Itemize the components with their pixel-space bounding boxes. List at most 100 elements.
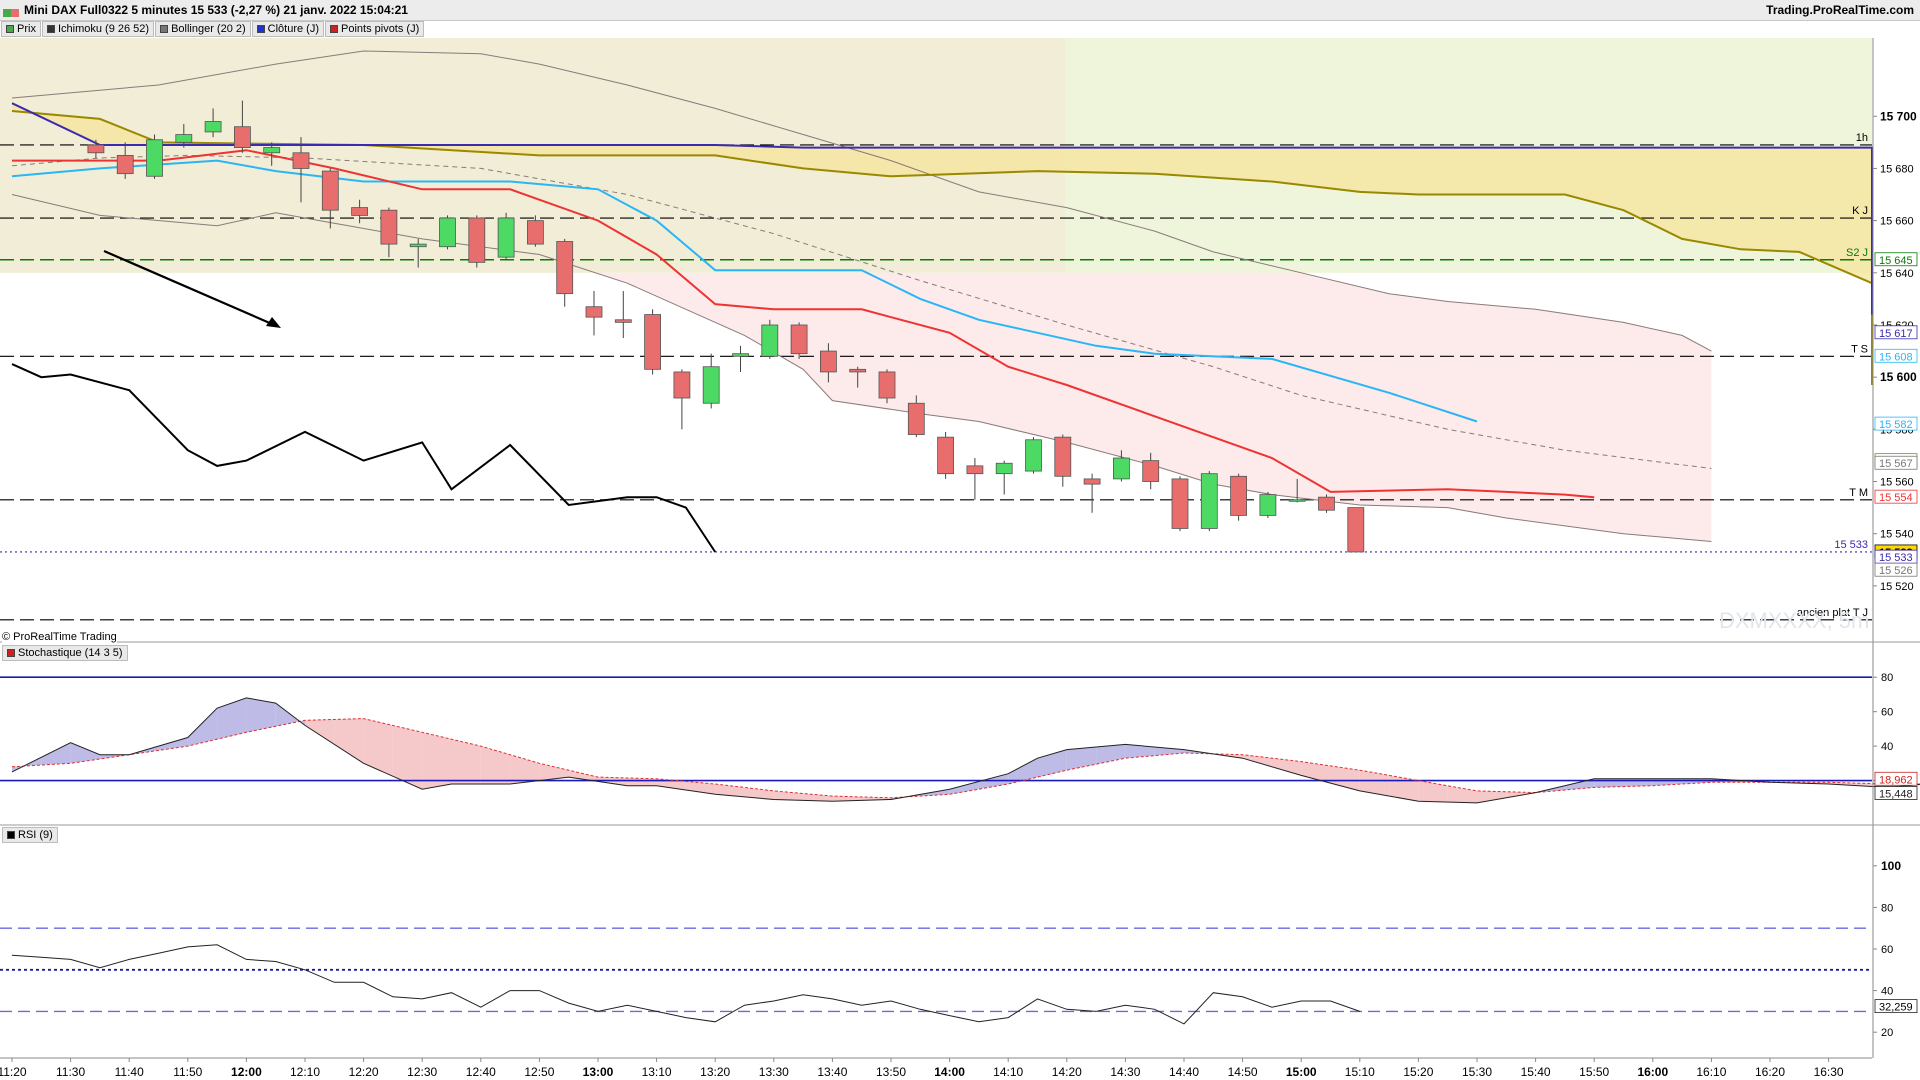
stochastic-color-icon [7,649,15,657]
level-label-3: T S [1851,343,1868,355]
chart-canvas[interactable]: 1hK JS2 JT ST M15 533ancien plat T J 15 … [0,0,1920,1080]
candle-body-11 [409,243,427,248]
candle-body-32 [1025,439,1042,472]
candle-body-7 [292,152,310,169]
time-label-15: 13:50 [876,1065,906,1079]
candle-body-23 [761,324,779,357]
time-label-9: 12:50 [524,1065,554,1079]
candle-body-5 [233,126,251,148]
rsi-tick-label-2: 60 [1881,944,1893,956]
stoch-fill-735 [334,718,364,764]
stochastic-panel[interactable] [0,676,1920,804]
price-tick-label-8: 15 540 [1880,529,1914,541]
candle-body-43 [1347,507,1365,553]
time-label-26: 15:40 [1521,1065,1551,1079]
candle-body-10 [380,209,398,245]
candle-body-22 [732,353,749,357]
time-label-3: 11:50 [173,1065,202,1079]
candle-body-25 [820,350,837,373]
candle-body-28 [907,402,925,435]
stoch-fill-910 [1359,770,1390,797]
time-label-5: 12:10 [290,1065,320,1079]
stoch-tick-label-2: 40 [1881,741,1893,753]
price-badge-label-9: 15 526 [1879,565,1913,577]
candle-body-27 [878,371,896,399]
candle-body-24 [790,324,808,355]
candle-body-3 [175,134,193,143]
candle-body-37 [1171,478,1189,529]
stoch-fill-780 [598,777,628,786]
time-label-16: 14:00 [934,1065,965,1079]
stoch-fill-925 [1447,785,1477,803]
stoch-fill-965 [1682,778,1712,784]
time-label-21: 14:50 [1228,1065,1258,1079]
copyright-label: © ProRealTime Trading [2,631,117,643]
level-label-1: K J [1852,205,1868,217]
stoch-fill-930 [1477,790,1507,803]
candle-body-31 [995,462,1013,475]
price-tick-label-5: 15 600 [1880,370,1917,384]
candle-body-30 [966,465,984,475]
candle-body-12 [439,217,456,248]
rsi-tick-label-1: 80 [1881,902,1893,914]
price-tick-label-0: 15 700 [1880,109,1917,123]
price-badge-label-0: 15 645 [1879,255,1913,267]
rsi-tick-label-4: 20 [1881,1027,1893,1039]
time-label-23: 15:10 [1345,1065,1375,1079]
time-label-10: 13:00 [583,1065,614,1079]
candle-body-36 [1142,460,1160,482]
time-label-31: 16:30 [1814,1065,1844,1079]
time-label-22: 15:00 [1286,1065,1317,1079]
price-badge-label-2: 15 608 [1879,351,1913,363]
price-tick-label-3: 15 640 [1880,268,1914,280]
time-label-6: 12:20 [349,1065,379,1079]
stoch-fill-740 [363,718,393,777]
level-label-5: 15 533 [1834,539,1868,551]
stoch-fill-755 [451,739,481,784]
stoch-fill-685 [41,742,71,766]
price-badge-label-8: 15 533 [1879,552,1913,564]
candle-body-15 [527,220,544,245]
candle-body-29 [937,436,954,475]
stoch-tick-label-0: 80 [1881,672,1893,684]
candle-body-40 [1259,494,1277,516]
time-label-8: 12:40 [466,1065,496,1079]
stoch-fill-915 [1389,775,1419,802]
level-label-2: S2 J [1846,247,1868,259]
candle-body-20 [673,371,691,399]
candle-body-0 [87,144,105,154]
price-tick-label-1: 15 680 [1880,163,1914,175]
candle-body-34 [1083,478,1101,485]
price-panel[interactable]: 1hK JS2 JT ST M15 533ancien plat T J [0,38,1873,621]
price-tick-label-7: 15 560 [1880,477,1914,489]
time-label-19: 14:30 [1110,1065,1140,1079]
time-label-13: 13:30 [759,1065,789,1079]
time-label-24: 15:20 [1403,1065,1433,1079]
stoch-fill-810 [773,790,804,801]
chip-stochastic[interactable]: Stochastique (14 3 5) [2,645,128,661]
time-label-12: 13:20 [700,1065,730,1079]
candle-body-38 [1200,473,1218,529]
time-label-25: 15:30 [1462,1065,1492,1079]
stoch-fill-920 [1418,780,1448,803]
time-label-27: 15:50 [1579,1065,1609,1079]
candle-body-19 [644,314,661,370]
stoch-fill-860 [1066,746,1097,771]
time-label-29: 16:10 [1696,1065,1726,1079]
chip-rsi[interactable]: RSI (9) [2,827,58,843]
price-tick-label-2: 15 660 [1880,216,1914,228]
level-label-0: 1h [1856,132,1868,144]
price-tick-label-9: 15 520 [1880,581,1914,593]
candle-body-1 [116,154,134,175]
candle-body-2 [146,139,163,177]
time-label-11: 13:10 [642,1065,672,1079]
candle-body-13 [468,217,486,263]
rsi-panel[interactable] [0,927,1872,1025]
candle-body-14 [497,217,515,258]
stoch-fill-760 [480,746,511,784]
candle-body-39 [1230,475,1247,516]
price-badge-label-3: 15 582 [1879,419,1913,431]
candle-body-17 [585,306,603,318]
price-badge-label-5: 15 567 [1879,458,1913,470]
price-badge-label-1: 15 617 [1879,328,1913,340]
